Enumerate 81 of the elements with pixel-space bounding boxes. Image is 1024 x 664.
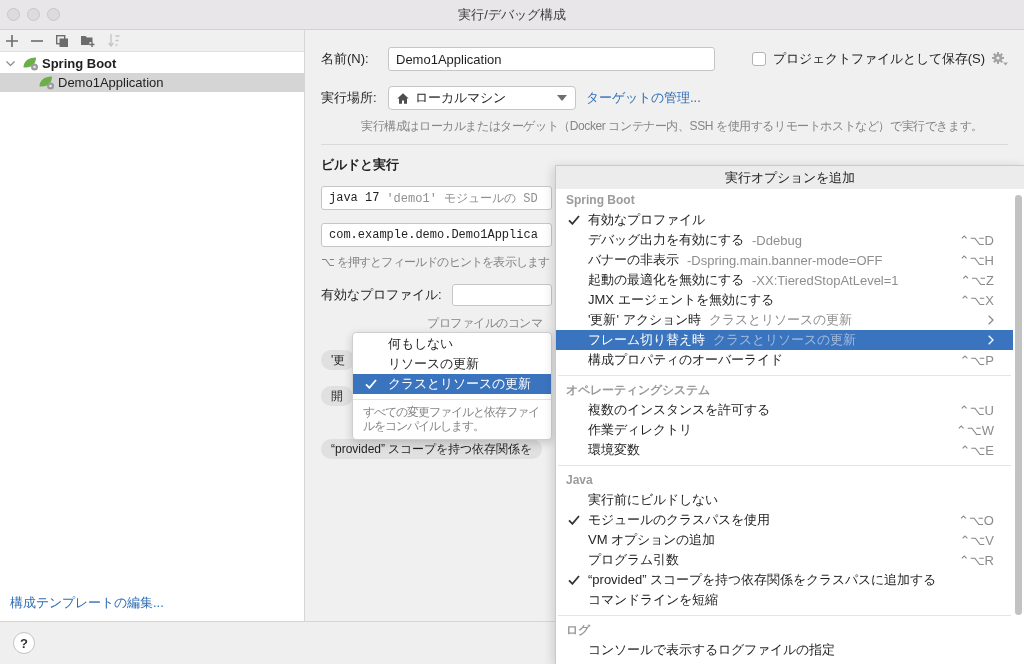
shortcut-label: ⌃⌥Z bbox=[960, 272, 994, 288]
shortcut-label: ⌃⌥P bbox=[959, 352, 994, 368]
popup-title: 実行オプションを追加 bbox=[556, 166, 1024, 189]
menu-item[interactable]: 有効なプロファイル bbox=[556, 210, 1013, 230]
shortcut-label: ⌃⌥E bbox=[959, 442, 994, 458]
menu-section-title: オペレーティングシステム bbox=[566, 381, 710, 399]
name-label: 名前(N): bbox=[321, 50, 370, 68]
dropdown-option[interactable]: クラスとリソースの更新 bbox=[353, 374, 551, 394]
target-dropdown[interactable]: ローカルマシン bbox=[388, 86, 576, 110]
window-control-icon[interactable] bbox=[27, 8, 40, 21]
main-class-field[interactable]: com.example.demo.Demo1Applica bbox=[321, 223, 552, 247]
menu-item[interactable]: JMX エージェントを無効にする ⌃⌥X bbox=[556, 290, 1013, 310]
option-hint: クラスとリソースの更新 bbox=[708, 311, 852, 329]
folder-plus-icon[interactable] bbox=[81, 34, 95, 47]
menu-item[interactable]: プログラム引数 ⌃⌥R bbox=[556, 550, 1013, 570]
menu-section-title: Spring Boot bbox=[566, 193, 635, 207]
home-icon bbox=[397, 92, 409, 104]
edit-templates-link[interactable]: 構成テンプレートの編集... bbox=[10, 594, 164, 612]
shortcut-label: ⌃⌥D bbox=[958, 232, 994, 248]
option-hint: -Dspring.main.banner-mode=OFF bbox=[687, 252, 883, 268]
menu-item[interactable]: “provided” スコープを持つ依存関係をクラスパスに追加する bbox=[556, 570, 1013, 590]
manage-targets-link[interactable]: ターゲットの管理... bbox=[586, 89, 701, 107]
menu-item[interactable]: バナーの非表示 -Dspring.main.banner-mode=OFF ⌃⌥H bbox=[556, 250, 1013, 270]
plus-icon[interactable] bbox=[6, 34, 18, 47]
chevron-icon[interactable] bbox=[6, 61, 15, 66]
tree-item[interactable]: Spring Boot bbox=[0, 54, 304, 73]
menu-item[interactable]: 起動の最適化を無効にする -XX:TieredStopAtLevel=1 ⌃⌥Z bbox=[556, 270, 1013, 290]
profiles-field[interactable] bbox=[452, 284, 552, 306]
option-chip[interactable]: 開 bbox=[321, 386, 353, 406]
dropdown-option[interactable]: リソースの更新 bbox=[353, 354, 551, 374]
section-title: ビルドと実行 bbox=[321, 156, 399, 174]
option-hint: -XX:TieredStopAtLevel=1 bbox=[752, 272, 899, 288]
menu-item[interactable]: '更新' アクション時 クラスとリソースの更新 bbox=[556, 310, 1013, 330]
save-checkbox[interactable] bbox=[751, 52, 766, 66]
option-hint: クラスとリソースの更新 bbox=[713, 331, 856, 349]
shortcut-label: ⌃⌥W bbox=[955, 422, 994, 438]
menu-item[interactable]: 環境変数 ⌃⌥E bbox=[556, 440, 1013, 460]
module-hint: 'demo1' モジュールの SD bbox=[386, 190, 538, 207]
menu-item[interactable]: フレーム切り替え時 クラスとリソースの更新 bbox=[556, 330, 1013, 350]
menu-item[interactable]: コマンドラインを短縮 bbox=[556, 590, 1013, 610]
check-icon bbox=[365, 379, 377, 389]
menu-section-title: Java bbox=[566, 473, 593, 487]
option-hint: -Ddebug bbox=[752, 232, 802, 248]
dropdown-option[interactable]: 何もしない bbox=[353, 334, 551, 354]
menu-item[interactable]: 複数のインスタンスを許可する ⌃⌥U bbox=[556, 400, 1013, 420]
profiles-hint: プロファイルのコンマ bbox=[427, 316, 542, 330]
tree-item[interactable]: Demo1Application bbox=[0, 73, 304, 92]
copy-icon[interactable] bbox=[56, 34, 68, 47]
menu-item[interactable]: VM オプションの追加 ⌃⌥V bbox=[556, 530, 1013, 550]
window-title: 実行/デバッグ構成 bbox=[458, 5, 566, 24]
menu-section-title: ログ bbox=[566, 621, 590, 639]
name-field[interactable]: Demo1Application bbox=[388, 47, 715, 71]
scrollbar-thumb[interactable] bbox=[1015, 195, 1022, 615]
save-to-project-label[interactable]: プロジェクトファイルとして保存(S) bbox=[772, 50, 985, 68]
menu-item[interactable]: モジュールのクラスパスを使用 ⌃⌥O bbox=[556, 510, 1013, 530]
profiles-label: 有効なプロファイル: bbox=[321, 286, 443, 304]
option-chip[interactable]: “provided” スコープを持つ依存関係を bbox=[321, 439, 543, 459]
menu-item[interactable]: 作業ディレクトリ ⌃⌥W bbox=[556, 420, 1013, 440]
field-hint: ⌥ を押すとフィールドのヒントを表示します bbox=[321, 255, 550, 269]
shortcut-label: ⌃⌥R bbox=[958, 552, 994, 568]
caret-icon bbox=[557, 95, 567, 101]
leaf-gear-icon bbox=[23, 56, 39, 71]
minus-icon[interactable] bbox=[31, 39, 43, 42]
menu-item[interactable]: 実行前にビルドしない bbox=[556, 490, 1013, 510]
shortcut-label: ⌃⌥H bbox=[958, 252, 994, 268]
menu-item[interactable]: 構成プロパティのオーバーライド ⌃⌥P bbox=[556, 350, 1013, 370]
shortcut-label: ⌃⌥U bbox=[958, 402, 994, 418]
jre-field[interactable]: java 17 'demo1' モジュールの SD bbox=[321, 186, 552, 210]
menu-item[interactable]: コンソールで表示するログファイルの指定 bbox=[556, 640, 1013, 660]
shortcut-label: ⌃⌥O bbox=[958, 512, 994, 528]
window-control-icon[interactable] bbox=[7, 8, 20, 21]
shortcut-label: ⌃⌥X bbox=[959, 292, 994, 308]
window-control-icon[interactable] bbox=[47, 8, 60, 21]
menu-item[interactable]: デバッグ出力を有効にする -Ddebug ⌃⌥D bbox=[556, 230, 1013, 250]
gear-icon[interactable] bbox=[992, 52, 1008, 66]
shortcut-label: ⌃⌥V bbox=[959, 532, 994, 548]
run-on-label: 実行場所: bbox=[321, 89, 378, 107]
help-button[interactable]: ? bbox=[13, 632, 35, 654]
run-on-hint: 実行構成はローカルまたはターゲット（Docker コンテナー内、SSH を使用するリモートホストなど）で実行できます。 bbox=[361, 119, 983, 133]
option-description: すべての変更ファイルと依存ファイルをコンパイルします。 bbox=[362, 405, 540, 433]
leaf-gear-icon bbox=[39, 75, 55, 90]
